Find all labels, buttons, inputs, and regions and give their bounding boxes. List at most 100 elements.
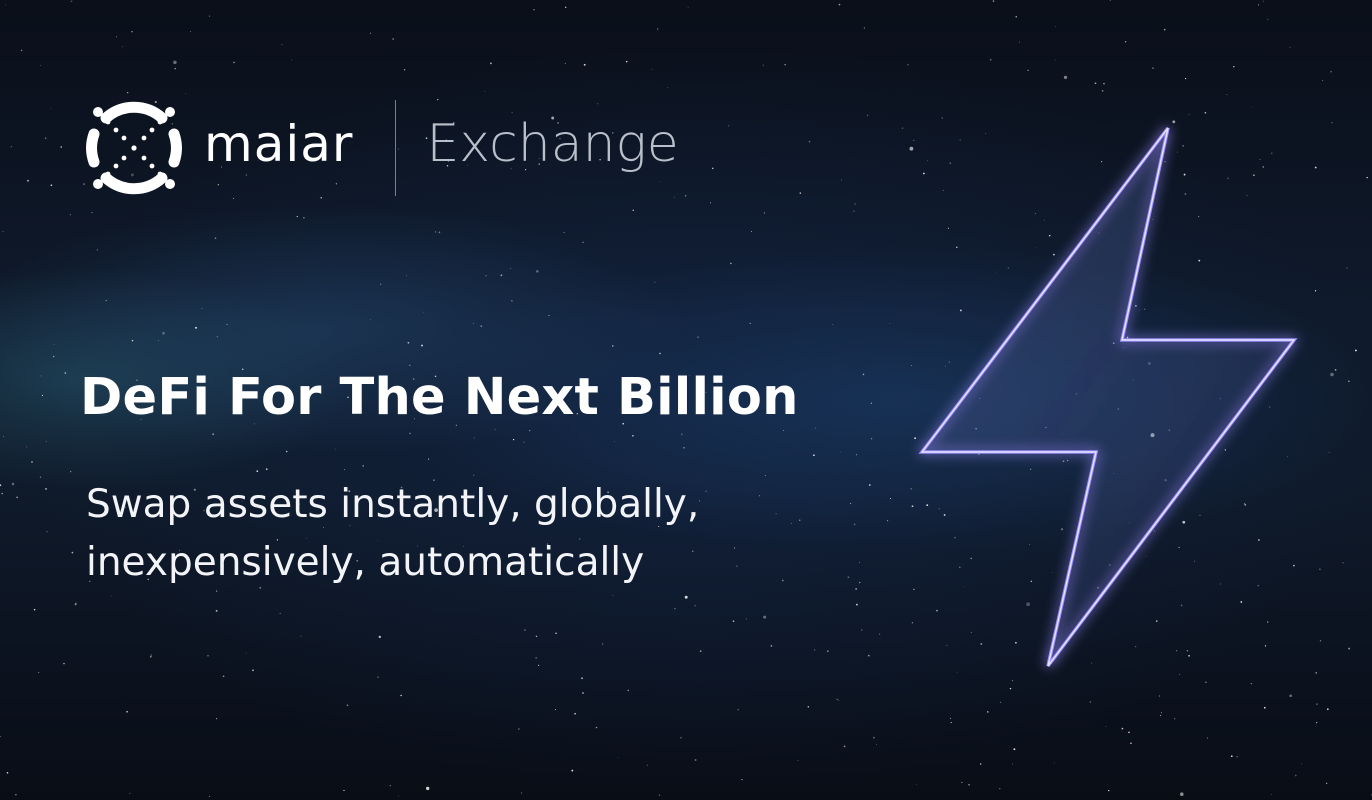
star <box>987 711 989 713</box>
star <box>863 27 865 29</box>
star <box>781 579 784 582</box>
star <box>853 523 856 526</box>
star <box>632 434 634 437</box>
star <box>968 784 970 786</box>
star <box>403 69 406 71</box>
star <box>529 429 531 432</box>
star <box>853 210 855 212</box>
star <box>369 32 372 34</box>
star <box>2 231 4 233</box>
star <box>1013 748 1016 751</box>
star <box>50 108 52 110</box>
star <box>150 654 152 656</box>
star <box>727 125 730 127</box>
star <box>667 86 669 88</box>
star <box>41 394 44 397</box>
star <box>1251 106 1253 108</box>
lightning-bolt-icon <box>918 126 1298 668</box>
star <box>1289 46 1291 48</box>
star <box>131 30 133 33</box>
star <box>770 645 773 647</box>
star <box>838 699 840 701</box>
star <box>334 448 336 450</box>
star <box>826 650 829 653</box>
star <box>1330 71 1332 73</box>
star <box>195 326 197 329</box>
star <box>687 6 689 8</box>
star <box>1103 83 1105 85</box>
star <box>3 436 5 438</box>
star <box>1089 701 1092 703</box>
star <box>70 470 72 473</box>
star <box>70 0 73 3</box>
star <box>582 692 584 694</box>
star <box>129 792 131 795</box>
star <box>1315 721 1318 724</box>
star <box>736 565 738 567</box>
star <box>862 373 865 376</box>
star <box>31 461 33 463</box>
brand-lockup: maiar Exchange <box>84 98 679 198</box>
star <box>651 68 653 70</box>
star <box>296 215 298 218</box>
star <box>741 778 743 781</box>
star <box>472 323 474 324</box>
star <box>33 608 36 611</box>
star <box>850 503 852 505</box>
star <box>226 323 228 326</box>
star <box>407 341 410 344</box>
star <box>1325 782 1328 785</box>
star <box>764 475 766 476</box>
star <box>763 212 765 214</box>
star <box>1094 82 1097 85</box>
star <box>473 437 475 439</box>
brand-name: maiar <box>204 115 354 173</box>
star <box>799 192 802 194</box>
star <box>732 620 735 623</box>
star <box>1354 349 1357 352</box>
star <box>999 787 1001 790</box>
star <box>749 322 751 324</box>
star <box>868 484 871 486</box>
star <box>1128 731 1130 734</box>
star <box>1326 708 1329 711</box>
star <box>378 635 381 639</box>
star <box>110 595 112 597</box>
star <box>162 331 165 335</box>
star <box>398 795 400 797</box>
star <box>625 60 628 63</box>
star <box>1330 372 1334 377</box>
star <box>745 618 747 620</box>
star <box>38 672 40 673</box>
star <box>214 237 217 239</box>
star <box>734 547 736 549</box>
star <box>1319 640 1322 642</box>
star <box>406 275 408 277</box>
star <box>1258 4 1260 6</box>
star <box>494 428 496 431</box>
star <box>1018 41 1021 43</box>
star <box>632 209 634 211</box>
star <box>680 736 682 739</box>
star <box>1109 0 1111 1</box>
star <box>684 194 687 197</box>
star <box>215 609 218 612</box>
star <box>1 492 3 495</box>
star <box>438 231 441 234</box>
star <box>45 488 47 490</box>
star <box>711 167 714 170</box>
star <box>421 344 423 347</box>
star <box>222 675 225 678</box>
star <box>291 59 293 61</box>
star <box>950 722 952 724</box>
star <box>1236 756 1238 758</box>
star <box>69 214 72 216</box>
star <box>583 63 586 66</box>
star <box>1160 715 1162 717</box>
star <box>876 743 877 745</box>
star <box>1152 67 1154 69</box>
star <box>91 211 93 214</box>
star <box>646 764 649 766</box>
star <box>730 262 732 265</box>
star <box>538 664 540 667</box>
